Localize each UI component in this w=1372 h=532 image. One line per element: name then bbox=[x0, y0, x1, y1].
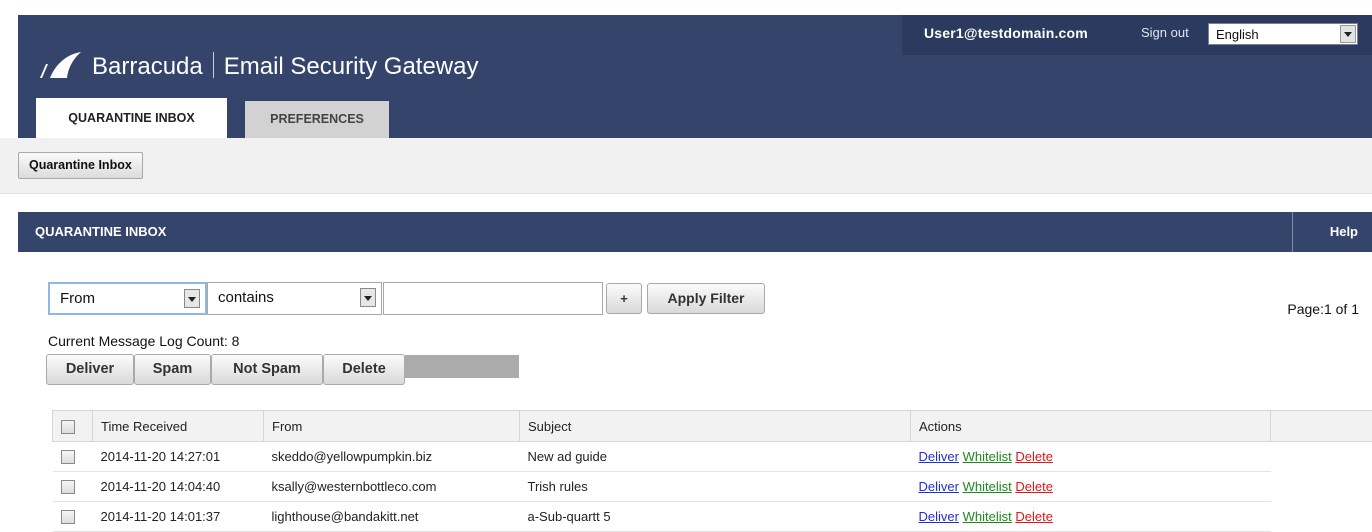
message-table: Time Received From Subject Actions 2014-… bbox=[52, 410, 1372, 532]
column-header-actions: Actions bbox=[910, 410, 1271, 442]
chevron-down-icon[interactable] bbox=[1340, 25, 1356, 43]
language-value: English bbox=[1216, 27, 1259, 42]
row-deliver-link[interactable]: Deliver bbox=[919, 509, 959, 524]
column-header-subject[interactable]: Subject bbox=[519, 410, 911, 442]
row-checkbox[interactable] bbox=[60, 510, 75, 525]
user-email: User1@testdomain.com bbox=[924, 25, 1088, 41]
deliver-button[interactable]: Deliver bbox=[46, 354, 134, 385]
progress-placeholder-bar bbox=[405, 355, 519, 378]
add-filter-button[interactable]: + bbox=[606, 283, 642, 314]
apply-filter-button[interactable]: Apply Filter bbox=[647, 283, 765, 314]
brand-title: Barracuda Email Security Gateway bbox=[92, 52, 479, 81]
column-header-time[interactable]: Time Received bbox=[92, 410, 264, 442]
row-spacer bbox=[1270, 441, 1372, 472]
row-select-cell bbox=[52, 471, 93, 502]
product-name: Email Security Gateway bbox=[223, 53, 479, 80]
filter-operator-select[interactable]: contains bbox=[207, 282, 382, 315]
panel-title: QUARANTINE INBOX bbox=[35, 224, 167, 239]
cell-subject: New ad guide bbox=[519, 441, 911, 472]
tab-quarantine-inbox[interactable]: QUARANTINE INBOX bbox=[36, 98, 227, 138]
filter-field-select[interactable]: From bbox=[48, 282, 207, 315]
language-select[interactable]: English bbox=[1208, 23, 1358, 45]
app-header: Barracuda Email Security Gateway User1@te… bbox=[18, 15, 1372, 138]
user-bar: User1@testdomain.com Sign out English bbox=[902, 15, 1372, 55]
chevron-down-icon[interactable] bbox=[184, 289, 200, 308]
breadcrumb: Quarantine Inbox bbox=[0, 138, 1372, 194]
delete-button[interactable]: Delete bbox=[323, 354, 405, 385]
cell-time: 2014-11-20 14:27:01 bbox=[92, 441, 264, 472]
table-header-row: Time Received From Subject Actions bbox=[52, 410, 1372, 442]
column-header-from[interactable]: From bbox=[263, 410, 520, 442]
not-spam-button[interactable]: Not Spam bbox=[211, 354, 323, 385]
column-header-spacer bbox=[1270, 410, 1372, 442]
table-row: 2014-11-20 14:01:37 lighthouse@bandakitt… bbox=[52, 501, 1372, 532]
row-whitelist-link[interactable]: Whitelist bbox=[963, 479, 1012, 494]
select-all-checkbox[interactable] bbox=[61, 419, 75, 434]
cell-subject: Trish rules bbox=[519, 471, 911, 502]
page-indicator: Page:1 of 1 bbox=[1287, 301, 1359, 317]
brand-separator bbox=[212, 52, 214, 78]
row-delete-link[interactable]: Delete bbox=[1015, 509, 1053, 524]
cell-actions: Deliver Whitelist Delete bbox=[910, 471, 1271, 502]
tab-preferences[interactable]: PREFERENCES bbox=[245, 101, 389, 138]
cell-actions: Deliver Whitelist Delete bbox=[910, 501, 1271, 532]
cell-time: 2014-11-20 14:04:40 bbox=[92, 471, 264, 502]
row-whitelist-link[interactable]: Whitelist bbox=[963, 449, 1012, 464]
cell-subject: a-Sub-quartt 5 bbox=[519, 501, 911, 532]
filter-value-input[interactable] bbox=[383, 282, 603, 315]
spam-button[interactable]: Spam bbox=[134, 354, 211, 385]
row-select-cell bbox=[52, 441, 93, 472]
filter-operator-value: contains bbox=[218, 289, 274, 306]
row-checkbox[interactable] bbox=[60, 480, 75, 495]
cell-actions: Deliver Whitelist Delete bbox=[910, 441, 1271, 472]
panel-header: QUARANTINE INBOX Help bbox=[18, 212, 1372, 252]
chevron-down-icon[interactable] bbox=[360, 288, 376, 307]
cell-from: ksally@westernbottleco.com bbox=[263, 471, 520, 502]
barracuda-logo-icon bbox=[40, 52, 81, 78]
message-log-count: Current Message Log Count: 8 bbox=[48, 333, 240, 349]
cell-time: 2014-11-20 14:01:37 bbox=[92, 501, 264, 532]
row-checkbox[interactable] bbox=[60, 450, 75, 465]
row-deliver-link[interactable]: Deliver bbox=[919, 479, 959, 494]
sign-out-link[interactable]: Sign out bbox=[1141, 25, 1189, 40]
row-select-cell bbox=[52, 501, 93, 532]
table-row: 2014-11-20 14:04:40 ksally@westernbottle… bbox=[52, 471, 1372, 502]
row-delete-link[interactable]: Delete bbox=[1015, 449, 1053, 464]
select-all-cell bbox=[52, 410, 93, 442]
row-spacer bbox=[1270, 501, 1372, 532]
cell-from: lighthouse@bandakitt.net bbox=[263, 501, 520, 532]
row-delete-link[interactable]: Delete bbox=[1015, 479, 1053, 494]
row-spacer bbox=[1270, 471, 1372, 502]
brand-name: Barracuda bbox=[92, 53, 203, 80]
filter-field-value: From bbox=[60, 290, 95, 307]
row-whitelist-link[interactable]: Whitelist bbox=[963, 509, 1012, 524]
help-button[interactable]: Help bbox=[1292, 212, 1372, 252]
table-row: 2014-11-20 14:27:01 skeddo@yellowpumpkin… bbox=[52, 441, 1372, 472]
cell-from: skeddo@yellowpumpkin.biz bbox=[263, 441, 520, 472]
breadcrumb-quarantine-inbox[interactable]: Quarantine Inbox bbox=[18, 152, 143, 179]
row-deliver-link[interactable]: Deliver bbox=[919, 449, 959, 464]
